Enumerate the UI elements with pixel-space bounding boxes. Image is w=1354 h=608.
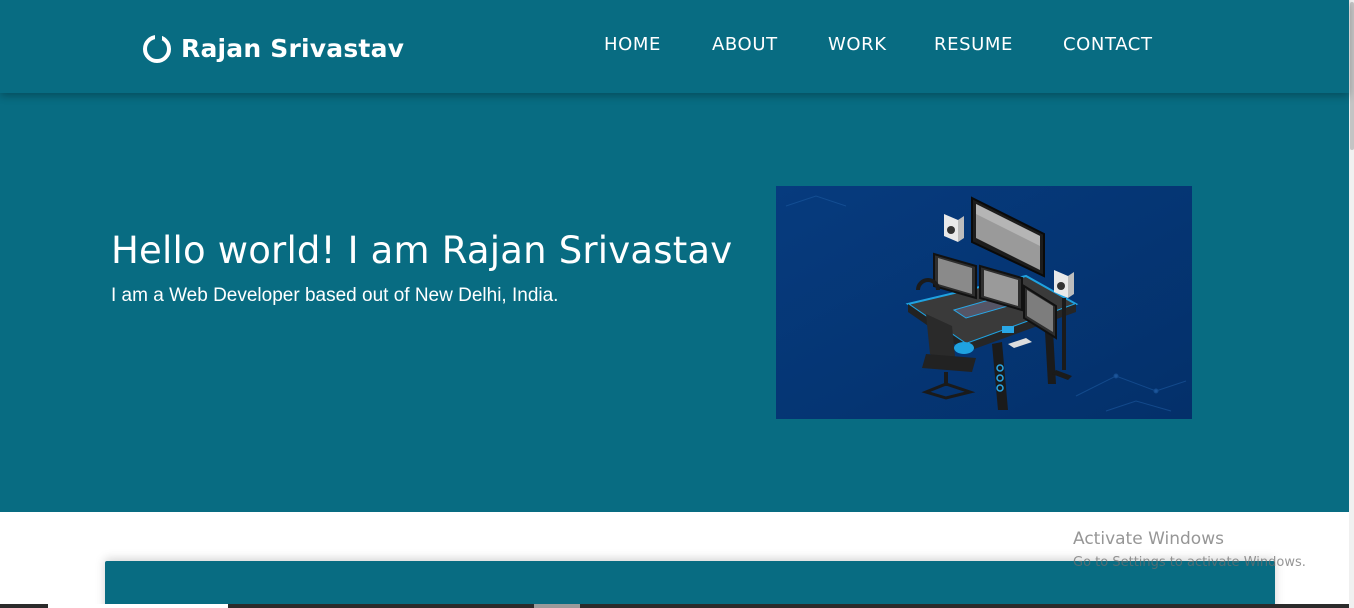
scrollbar-thumb[interactable]	[1350, 2, 1354, 150]
nav-link-home[interactable]: HOME	[604, 34, 661, 55]
nav-link-work[interactable]: WORK	[828, 34, 887, 55]
top-navbar: Rajan Srivastav HOME ABOUT WORK RESUME C…	[0, 0, 1349, 93]
nav-link-resume[interactable]: RESUME	[934, 34, 1013, 55]
taskbar-segment	[48, 604, 228, 608]
hero-title: Hello world! I am Rajan Srivastav	[111, 229, 733, 272]
activate-windows-title: Activate Windows	[1073, 529, 1224, 549]
main-nav: HOME ABOUT WORK RESUME CONTACT	[0, 34, 1349, 60]
nav-link-about[interactable]: ABOUT	[712, 34, 778, 55]
activate-windows-subtitle: Go to Settings to activate Windows.	[1073, 555, 1306, 570]
hero-subtitle: I am a Web Developer based out of New De…	[111, 285, 559, 306]
workstation-svg	[776, 186, 1192, 419]
taskbar-segment	[534, 604, 580, 608]
nav-link-contact[interactable]: CONTACT	[1063, 34, 1153, 55]
developer-workstation-illustration	[776, 186, 1192, 419]
hero-section: Hello world! I am Rajan Srivastav I am a…	[0, 93, 1349, 512]
